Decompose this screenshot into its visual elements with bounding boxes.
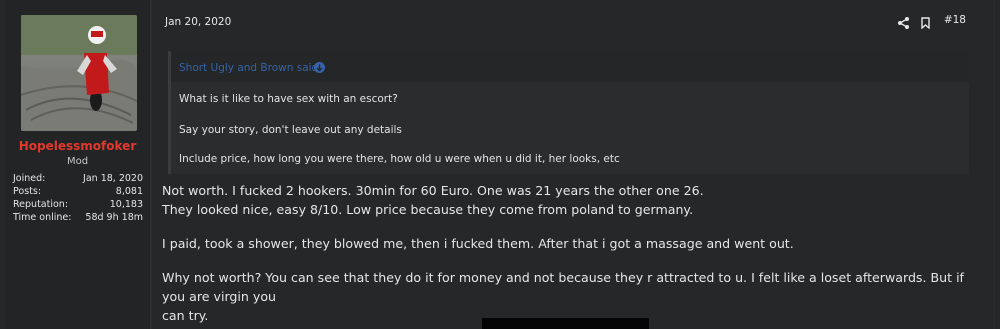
quote-line: Include price, how long you were there, … [179, 153, 620, 165]
stat-label: Posts: [13, 186, 42, 197]
stat-joined: Joined: Jan 18, 2020 [13, 172, 143, 185]
stat-value: 58d 9h 18m [85, 212, 143, 223]
stat-label: Time online: [13, 212, 72, 223]
stat-label: Joined: [13, 173, 46, 184]
quote-line: What is it like to have sex with an esco… [179, 93, 398, 105]
body-paragraph: I paid, took a shower, they blowed me, t… [162, 236, 794, 251]
stat-posts: Posts: 8,081 [13, 185, 143, 198]
post-main: Jan 20, 2020 #18 Short Ugly and Brown sa… [151, 0, 995, 329]
share-icon[interactable] [897, 14, 909, 29]
user-panel: Hopelessmofoker Mod Joined: Jan 18, 2020… [5, 0, 151, 329]
body-paragraph: Why not worth? You can see that they do … [162, 270, 964, 304]
stat-value: 8,081 [115, 186, 143, 197]
quote-line: Say your story, don't leave out any deta… [179, 124, 402, 136]
post-number[interactable]: #18 [944, 14, 966, 26]
quote-block: Short Ugly and Brown said: What is it li… [168, 51, 969, 174]
user-stats: Joined: Jan 18, 2020 Posts: 8,081 Reputa… [13, 172, 143, 224]
bookmark-icon[interactable] [921, 14, 932, 30]
quote-header: Short Ugly and Brown said: [171, 51, 969, 82]
post-actions: #18 [897, 14, 966, 30]
stat-value: 10,183 [109, 199, 143, 210]
stat-reputation: Reputation: 10,183 [13, 198, 143, 211]
stat-label: Reputation: [13, 199, 69, 210]
avatar[interactable] [21, 15, 137, 131]
user-title: Mod [66, 156, 89, 167]
body-paragraph: They looked nice, easy 8/10. Low price b… [162, 202, 694, 217]
body-paragraph: Not worth. I fucked 2 hookers. 30min for… [162, 183, 704, 198]
quote-author[interactable]: Short Ugly and Brown said: [179, 62, 322, 74]
quote-arrow-icon[interactable] [314, 62, 325, 73]
username[interactable]: Hopelessmofoker [5, 139, 150, 153]
stat-time-online: Time online: 58d 9h 18m [13, 211, 143, 224]
forum-post: Hopelessmofoker Mod Joined: Jan 18, 2020… [0, 0, 1000, 329]
embedded-media-placeholder [482, 318, 649, 329]
stat-value: Jan 18, 2020 [83, 173, 143, 184]
post-body: Not worth. I fucked 2 hookers. 30min for… [162, 181, 982, 325]
post-date[interactable]: Jan 20, 2020 [165, 16, 231, 28]
